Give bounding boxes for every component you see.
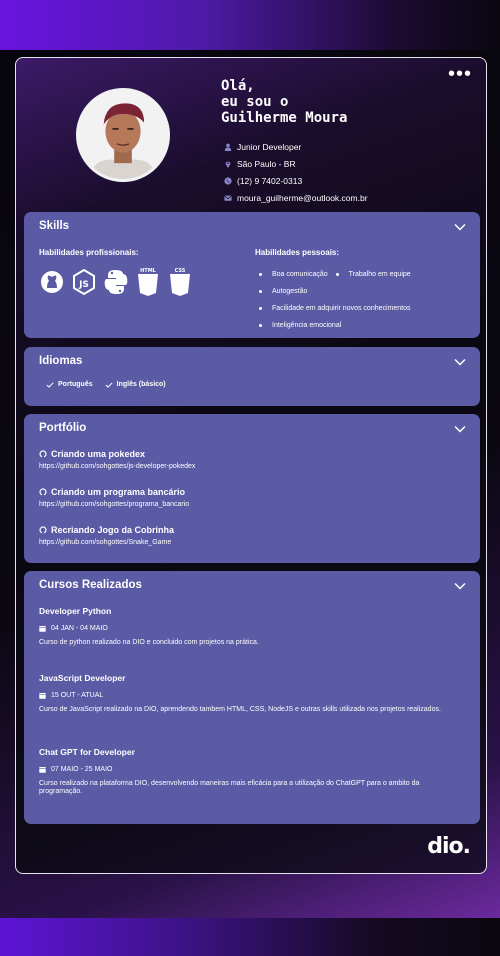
course-date: 04 JAN - 04 MAIO [51,625,108,632]
chevron-down-icon[interactable] [454,223,466,231]
course-description: Curso de JavaScript realizado na DIO, ap… [39,706,441,713]
html5-icon: HTML [135,266,161,296]
list-item: Inteligência emocional [259,322,341,329]
skills-title: Skills [39,220,70,232]
avatar [76,88,170,182]
check-icon [46,381,54,388]
course-date: 15 OUT - ATUAL [51,692,104,699]
courses-title: Cursos Realizados [39,579,142,591]
info-email[interactable]: moura_guilherme@outlook.com.br [224,189,368,206]
list-item: Inglês (básico) [105,381,166,388]
css-label: CSS [175,268,186,274]
course-name: Developer Python [39,606,112,616]
top-gradient-band [0,0,500,50]
portfolio-section: Portfólio Criando uma pokedex https://gi… [24,414,480,563]
calendar-icon [39,693,46,699]
course-item: Developer Python 04 JAN - 04 MAIO Curso … [39,606,464,647]
project-name: Recriando Jogo da Cobrinha [51,525,175,535]
python-icon [103,266,129,296]
github-icon [39,488,47,496]
course-date: 07 MAIO - 25 MAIO [51,766,113,773]
info-location-text: São Paulo - BR [237,158,296,169]
course-item: JavaScript Developer 15 OUT - ATUAL Curs… [39,673,464,714]
course-name: JavaScript Developer [39,673,126,683]
project-link[interactable]: https://github.com/sohgottes/js-develope… [39,463,195,470]
project-item: Recriando Jogo da Cobrinha https://githu… [39,525,174,546]
email-icon [224,195,232,201]
course-description: Curso de python realizado na DIO e concl… [39,639,259,646]
greeting-line-1: Olá, [221,78,255,94]
nodejs-icon: JS [71,266,97,296]
svg-text:JS: JS [78,280,89,290]
css3-icon: CSS [167,266,193,296]
professional-skills-title: Habilidades profissionais: [39,248,139,257]
calendar-icon [39,626,46,632]
profile-name: Guilherme Moura [221,110,348,126]
info-location: São Paulo - BR [224,155,368,172]
personal-skills-title: Habilidades pessoais: [255,248,340,257]
course-name: Chat GPT for Developer [39,747,135,757]
project-name: Criando um programa bancário [51,487,186,497]
info-role-text: Junior Developer [237,141,302,152]
calendar-icon [39,767,46,773]
skills-section: Skills Habilidades profissionais: Habili… [24,212,480,338]
bottom-gradient-band [0,918,500,956]
info-role: Junior Developer [224,138,368,155]
dio-logo: dio. [427,834,471,859]
greeting-heading: Olá, eu sou o Guilherme Moura [221,78,347,126]
info-email-text: moura_guilherme@outlook.com.br [237,192,368,203]
location-icon [225,161,231,168]
github-icon [39,450,47,458]
person-icon [224,143,232,151]
github-icon [39,266,65,296]
check-icon [105,381,113,388]
chevron-down-icon[interactable] [454,582,466,590]
chevron-down-icon[interactable] [454,425,466,433]
portfolio-title: Portfólio [39,422,87,434]
phone-icon [224,176,232,185]
more-options-icon[interactable]: ••• [448,64,472,84]
info-phone[interactable]: (12) 9 7402-0313 [224,172,368,189]
list-item: Português [46,381,93,388]
chevron-down-icon[interactable] [454,358,466,366]
languages-title: Idiomas [39,355,83,367]
profile-card: ••• Olá, eu sou o Guilherme Moura Junior… [15,57,487,874]
project-item: Criando um programa bancário https://git… [39,487,189,508]
list-item: Facilidade em adquirir novos conheciment… [259,305,411,312]
tech-icons: JS HTML CSS [39,266,193,296]
list-item: Autogestão [259,288,307,295]
project-item: Criando uma pokedex https://github.com/s… [39,449,195,470]
project-name: Criando uma pokedex [51,449,146,459]
html-label: HTML [140,268,157,274]
languages-list: Português Inglês (básico) [46,381,166,388]
courses-section: Cursos Realizados Developer Python 04 JA… [24,571,480,824]
info-phone-text: (12) 9 7402-0313 [237,175,303,186]
course-description: Curso realizado na plataforma DIO, desen… [39,780,420,795]
list-item: Trabalho em equipe [335,271,411,278]
project-link[interactable]: https://github.com/sohgottes/Snake_Game [39,539,174,546]
greeting-line-2: eu sou o [221,94,289,110]
contact-info-list: Junior Developer São Paulo - BR (12) 9 7… [224,138,368,206]
course-item: Chat GPT for Developer 07 MAIO - 25 MAIO… [39,747,464,796]
languages-section: Idiomas Português Inglês (básico) [24,347,480,406]
github-icon [39,526,47,534]
list-item: Boa comunicação [259,271,328,278]
project-link[interactable]: https://github.com/sohgottes/programa_ba… [39,501,189,508]
personal-skills-list: Boa comunicação Trabalho em equipe Autog… [259,266,419,334]
